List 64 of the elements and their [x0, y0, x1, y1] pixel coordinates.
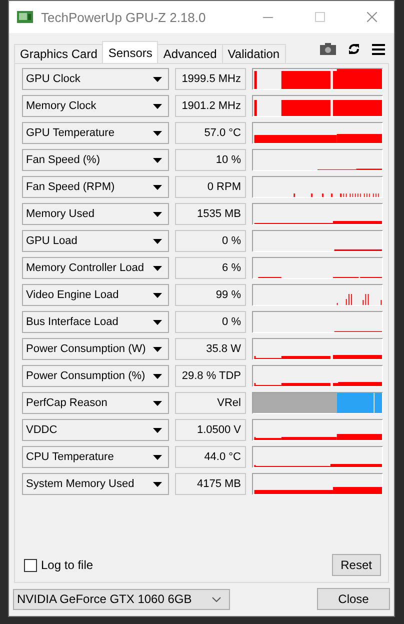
reset-button[interactable]: Reset: [332, 554, 381, 576]
camera-icon[interactable]: [320, 43, 336, 55]
sensor-select[interactable]: Memory Clock: [22, 95, 169, 117]
caret-icon: [153, 428, 162, 432]
menu-icon[interactable]: [372, 44, 385, 54]
tab[interactable]: Graphics Card: [14, 44, 104, 63]
close-icon[interactable]: [367, 12, 377, 22]
caret-icon: [153, 482, 162, 486]
sensor-select[interactable]: Power Consumption (%): [22, 365, 169, 387]
sensor-select[interactable]: Memory Controller Load: [22, 257, 169, 279]
tab[interactable]: Validation: [222, 44, 286, 63]
caret-icon: [153, 212, 162, 216]
sensor-select[interactable]: PerfCap Reason: [22, 392, 169, 414]
refresh-icon[interactable]: [348, 43, 360, 55]
caret-icon: [153, 454, 162, 460]
sensor-value: VRel: [175, 392, 246, 414]
sensor-value: 0 %: [175, 230, 246, 252]
sensor-value: 1535 MB: [175, 203, 246, 225]
close-dialog-button[interactable]: Close: [317, 588, 390, 610]
caret-icon: [153, 158, 162, 162]
sensor-value: 35.8 W: [175, 338, 246, 360]
sensor-value: 57.0 °C: [175, 122, 246, 144]
caret-icon: [153, 266, 162, 270]
log-checkbox[interactable]: [24, 558, 37, 572]
sensor-select[interactable]: Power Consumption (W): [22, 338, 169, 360]
sensor-value: 0 %: [175, 311, 246, 333]
sensor-select[interactable]: CPU Temperature: [22, 446, 169, 468]
caret-icon: [153, 104, 162, 108]
sensor-value: 10 %: [175, 149, 246, 171]
sensor-value: 6 %: [175, 257, 246, 279]
sensor-select[interactable]: GPU Clock: [22, 68, 169, 90]
caret-icon: [153, 292, 162, 298]
sensor-value: 4175 MB: [175, 473, 246, 495]
sensor-select[interactable]: System Memory Used: [22, 473, 169, 495]
caret-icon: [153, 320, 162, 324]
app-icon: [17, 11, 33, 23]
device-select[interactable]: NVIDIA GeForce GTX 1060 6GB: [13, 588, 230, 610]
sensor-select[interactable]: Bus Interface Load: [22, 311, 169, 333]
sensor-select[interactable]: Fan Speed (%): [22, 149, 169, 171]
caret-icon: [153, 184, 162, 190]
sensor-select[interactable]: Fan Speed (RPM): [22, 176, 169, 198]
caret-icon: [153, 374, 162, 378]
sensor-value: 99 %: [175, 284, 246, 306]
sensor-select[interactable]: Video Engine Load: [22, 284, 169, 306]
minimize-icon[interactable]: [263, 16, 273, 18]
caret-icon: [153, 130, 162, 136]
caret-icon: [153, 346, 162, 352]
sensor-select[interactable]: GPU Load: [22, 230, 169, 252]
chevron-icon: [212, 596, 221, 602]
caret-icon: [153, 238, 162, 244]
sensor-value: 0 RPM: [175, 176, 246, 198]
caret-icon: [153, 76, 162, 82]
tab[interactable]: Sensors: [102, 41, 158, 63]
sensor-value: 1.0500 V: [175, 419, 246, 441]
sensor-select[interactable]: VDDC: [22, 419, 169, 441]
sensor-value: 1999.5 MHz: [175, 68, 246, 90]
sensor-select[interactable]: Memory Used: [22, 203, 169, 225]
caret-icon: [153, 400, 162, 406]
checkbox-label: Log to file: [41, 558, 94, 572]
window-title: TechPowerUp GPU-Z 2.18.0: [41, 10, 207, 24]
sensor-value: 44.0 °C: [175, 446, 246, 468]
sensor-value: 29.8 % TDP: [175, 365, 246, 387]
sensor-select[interactable]: GPU Temperature: [22, 122, 169, 144]
sensor-value: 1901.2 MHz: [175, 95, 246, 117]
